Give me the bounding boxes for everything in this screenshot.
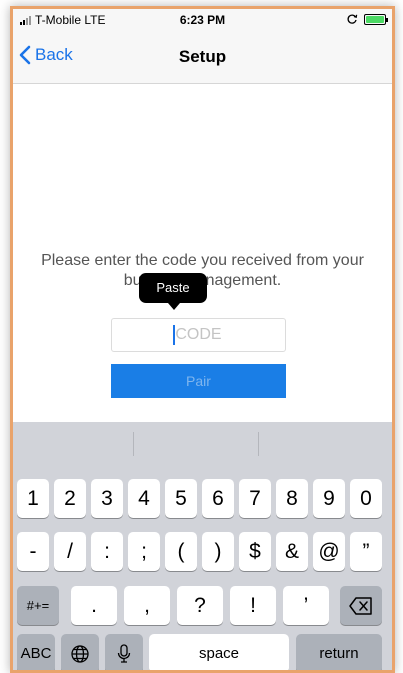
rotation-lock-icon <box>347 14 358 24</box>
key-0[interactable]: 0 <box>350 479 382 518</box>
key-4[interactable]: 4 <box>128 479 160 518</box>
microphone-icon <box>117 643 131 663</box>
suggestion-divider <box>258 432 259 456</box>
key-close-paren[interactable]: ) <box>202 532 234 571</box>
suggestion-bar <box>13 422 392 467</box>
phone-screen: T-Mobile LTE 6:23 PM Back Setup Please e… <box>10 6 395 673</box>
key-dollar[interactable]: $ <box>239 532 271 571</box>
suggestion-divider <box>133 432 134 456</box>
status-right <box>346 13 388 25</box>
battery-icon <box>364 13 388 25</box>
key-at[interactable]: @ <box>313 532 345 571</box>
key-question[interactable]: ? <box>177 586 223 625</box>
globe-key[interactable] <box>61 634 99 670</box>
key-ampersand[interactable]: & <box>276 532 308 571</box>
pair-button[interactable]: Pair <box>111 364 286 398</box>
key-1[interactable]: 1 <box>17 479 49 518</box>
key-open-paren[interactable]: ( <box>165 532 197 571</box>
key-colon[interactable]: : <box>91 532 123 571</box>
key-period[interactable]: . <box>71 586 117 625</box>
key-exclamation[interactable]: ! <box>230 586 276 625</box>
key-6[interactable]: 6 <box>202 479 234 518</box>
setup-content: Please enter the code you received from … <box>13 85 392 422</box>
key-comma[interactable]: , <box>124 586 170 625</box>
key-abc[interactable]: ABC <box>17 634 55 670</box>
return-key[interactable]: return <box>296 634 382 670</box>
key-3[interactable]: 3 <box>91 479 123 518</box>
key-semicolon[interactable]: ; <box>128 532 160 571</box>
key-quote[interactable]: ” <box>350 532 382 571</box>
text-caret <box>173 325 175 345</box>
key-more-symbols[interactable]: #+= <box>17 586 59 625</box>
keyboard: 1 2 3 4 5 6 7 8 9 0 - / : ; ( ) $ & @ ” … <box>13 422 392 670</box>
paste-menu-button[interactable]: Paste <box>139 273 207 310</box>
key-2[interactable]: 2 <box>54 479 86 518</box>
space-key[interactable]: space <box>149 634 289 670</box>
code-input[interactable] <box>111 318 286 352</box>
key-slash[interactable]: / <box>54 532 86 571</box>
key-apostrophe[interactable]: ’ <box>283 586 329 625</box>
nav-bar: Back Setup <box>13 31 392 84</box>
status-time: 6:23 PM <box>179 13 226 27</box>
key-7[interactable]: 7 <box>239 479 271 518</box>
key-9[interactable]: 9 <box>313 479 345 518</box>
backspace-icon <box>349 596 372 615</box>
page-title: Setup <box>178 47 227 66</box>
status-bar: T-Mobile LTE 6:23 PM <box>13 9 392 31</box>
globe-icon <box>71 644 89 663</box>
key-8[interactable]: 8 <box>276 479 308 518</box>
microphone-key[interactable] <box>105 634 143 670</box>
key-hyphen[interactable]: - <box>17 532 49 571</box>
key-5[interactable]: 5 <box>165 479 197 518</box>
backspace-key[interactable] <box>340 586 382 625</box>
